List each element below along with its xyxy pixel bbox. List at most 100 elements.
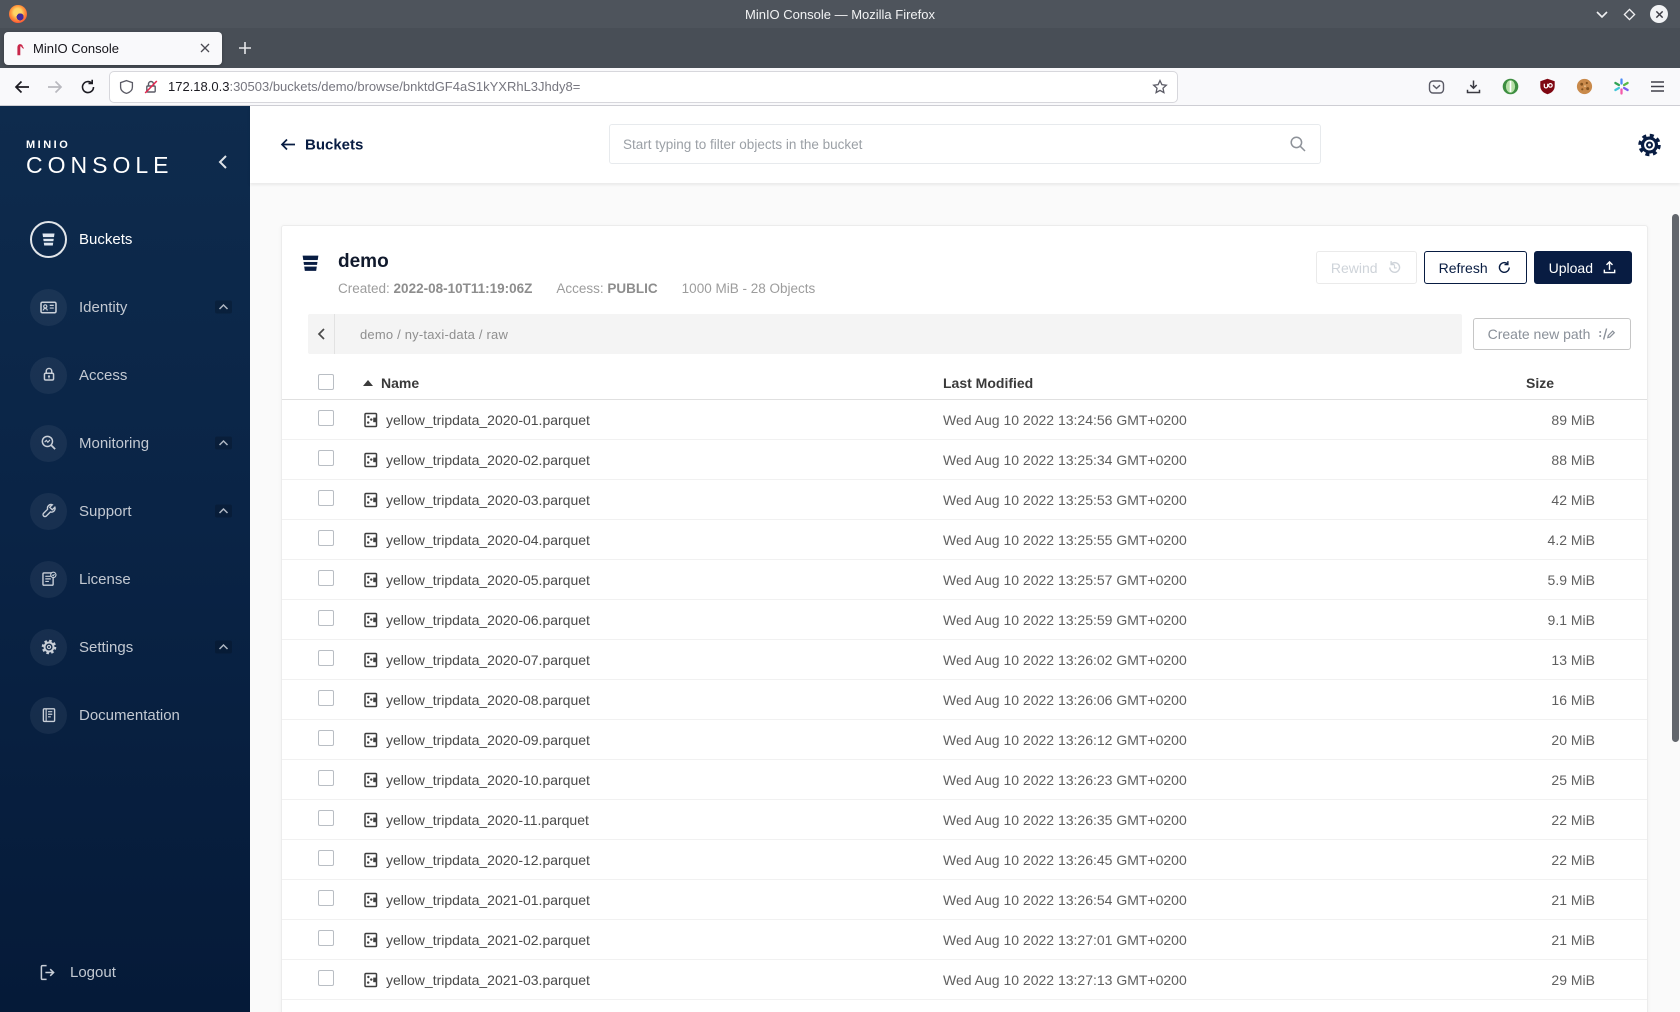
row-checkbox[interactable]	[318, 530, 334, 546]
close-icon[interactable]	[1650, 5, 1668, 23]
table-row[interactable]: yellow_tripdata_2020-09.parquet Wed Aug …	[282, 720, 1647, 760]
extension-green-icon[interactable]	[1502, 78, 1519, 95]
row-checkbox[interactable]	[318, 690, 334, 706]
row-checkbox[interactable]	[318, 930, 334, 946]
row-checkbox[interactable]	[318, 650, 334, 666]
table-row[interactable]: yellow_tripdata_2020-06.parquet Wed Aug …	[282, 600, 1647, 640]
sidebar-item-label: Support	[79, 502, 132, 520]
object-name-cell[interactable]: yellow_tripdata_2021-03.parquet	[363, 972, 943, 988]
sidebar-item-settings[interactable]: Settings	[0, 613, 250, 681]
sidebar-item-buckets[interactable]: Buckets	[0, 205, 250, 273]
breadcrumb-path[interactable]: demo / ny-taxi-data / raw	[360, 327, 508, 342]
object-name: yellow_tripdata_2020-09.parquet	[386, 731, 590, 748]
object-name: yellow_tripdata_2020-07.parquet	[386, 651, 590, 668]
object-name-cell[interactable]: yellow_tripdata_2020-09.parquet	[363, 732, 943, 748]
ublock-origin-icon[interactable]	[1539, 78, 1556, 95]
object-name-cell[interactable]: yellow_tripdata_2020-08.parquet	[363, 692, 943, 708]
object-name-cell[interactable]: yellow_tripdata_2020-07.parquet	[363, 652, 943, 668]
back-to-buckets-link[interactable]: Buckets	[280, 136, 363, 153]
filter-search-input[interactable]	[623, 136, 1289, 152]
chevron-up-icon[interactable]	[215, 300, 232, 314]
sidebar-item-monitoring[interactable]: Monitoring	[0, 409, 250, 477]
table-row[interactable]: yellow_tripdata_2020-03.parquet Wed Aug …	[282, 480, 1647, 520]
table-row[interactable]: yellow_tripdata_2021-02.parquet Wed Aug …	[282, 920, 1647, 960]
object-name-cell[interactable]: yellow_tripdata_2021-01.parquet	[363, 892, 943, 908]
row-checkbox[interactable]	[318, 610, 334, 626]
row-checkbox[interactable]	[318, 890, 334, 906]
sidebar-collapse-icon[interactable]	[217, 154, 228, 170]
row-checkbox[interactable]	[318, 450, 334, 466]
new-tab-icon[interactable]	[238, 41, 252, 55]
cookie-extension-icon[interactable]	[1576, 78, 1593, 95]
row-checkbox[interactable]	[318, 770, 334, 786]
sidebar-item-support[interactable]: Support	[0, 477, 250, 545]
table-row[interactable]: yellow_tripdata_2020-07.parquet Wed Aug …	[282, 640, 1647, 680]
forward-icon[interactable]	[47, 80, 63, 94]
table-row[interactable]: yellow_tripdata_2020-12.parquet Wed Aug …	[282, 840, 1647, 880]
tab-minio-console[interactable]: MinIO Console	[4, 31, 222, 65]
create-new-path-button[interactable]: Create new path	[1473, 318, 1631, 350]
row-checkbox[interactable]	[318, 490, 334, 506]
object-last-modified: Wed Aug 10 2022 13:26:12 GMT+0200	[943, 731, 1187, 748]
row-checkbox[interactable]	[318, 810, 334, 826]
sidebar-item-identity[interactable]: Identity	[0, 273, 250, 341]
row-checkbox[interactable]	[318, 730, 334, 746]
object-name-cell[interactable]: yellow_tripdata_2020-01.parquet	[363, 412, 943, 428]
chevron-up-icon[interactable]	[215, 436, 232, 450]
menu-hamburger-icon[interactable]	[1650, 80, 1665, 93]
minimize-icon[interactable]	[1595, 9, 1609, 20]
back-icon[interactable]	[14, 80, 30, 94]
row-checkbox[interactable]	[318, 850, 334, 866]
refresh-icon	[1498, 261, 1510, 273]
object-name-cell[interactable]: yellow_tripdata_2020-02.parquet	[363, 452, 943, 468]
table-row[interactable]: yellow_tripdata_2020-05.parquet Wed Aug …	[282, 560, 1647, 600]
url-bar[interactable]: 172.18.0.3:30503/buckets/demo/browse/bnk…	[110, 71, 1177, 102]
maximize-icon[interactable]	[1623, 7, 1636, 21]
object-name-cell[interactable]: yellow_tripdata_2020-04.parquet	[363, 532, 943, 548]
sidebar-item-logout[interactable]: Logout	[38, 963, 116, 982]
chevron-up-icon[interactable]	[215, 504, 232, 518]
upload-button[interactable]: Upload	[1533, 251, 1632, 284]
table-row[interactable]: yellow_tripdata_2020-01.parquet Wed Aug …	[282, 400, 1647, 440]
table-row[interactable]: yellow_tripdata_2020-08.parquet Wed Aug …	[282, 680, 1647, 720]
parquet-file-icon	[364, 652, 378, 667]
console-settings-gear-icon[interactable]	[1636, 131, 1663, 158]
row-checkbox[interactable]	[318, 970, 334, 986]
insecure-lock-icon[interactable]	[143, 79, 159, 95]
tracking-shield-icon[interactable]	[119, 79, 134, 95]
sidebar-item-license[interactable]: License	[0, 545, 250, 613]
table-row[interactable]: yellow_tripdata_2020-11.parquet Wed Aug …	[282, 800, 1647, 840]
table-row[interactable]: yellow_tripdata_2021-03.parquet Wed Aug …	[282, 960, 1647, 1000]
sidebar-item-documentation[interactable]: Documentation	[0, 681, 250, 749]
pocket-icon[interactable]	[1428, 79, 1445, 95]
object-name-cell[interactable]: yellow_tripdata_2020-10.parquet	[363, 772, 943, 788]
object-size: 21 MiB	[1551, 931, 1595, 948]
row-checkbox[interactable]	[318, 410, 334, 426]
select-all-checkbox[interactable]	[318, 373, 334, 390]
column-header-name[interactable]: Name	[363, 375, 943, 391]
reload-icon[interactable]	[80, 79, 96, 95]
object-name-cell[interactable]: yellow_tripdata_2021-02.parquet	[363, 932, 943, 948]
table-row[interactable]: yellow_tripdata_2020-10.parquet Wed Aug …	[282, 760, 1647, 800]
consent-extension-icon[interactable]	[1613, 78, 1630, 95]
object-name-cell[interactable]: yellow_tripdata_2020-12.parquet	[363, 852, 943, 868]
object-name-cell[interactable]: yellow_tripdata_2020-03.parquet	[363, 492, 943, 508]
object-name-cell[interactable]: yellow_tripdata_2020-05.parquet	[363, 572, 943, 588]
path-back-icon[interactable]	[308, 314, 335, 354]
bookmark-star-icon[interactable]	[1152, 78, 1168, 95]
object-name: yellow_tripdata_2021-01.parquet	[386, 891, 590, 908]
sidebar-item-access[interactable]: Access	[0, 341, 250, 409]
table-row[interactable]: yellow_tripdata_2020-02.parquet Wed Aug …	[282, 440, 1647, 480]
row-checkbox[interactable]	[318, 570, 334, 586]
rewind-button[interactable]: Rewind	[1315, 251, 1417, 284]
object-name-cell[interactable]: yellow_tripdata_2020-11.parquet	[363, 812, 943, 828]
object-name-cell[interactable]: yellow_tripdata_2020-06.parquet	[363, 612, 943, 628]
downloads-icon[interactable]	[1465, 79, 1482, 95]
table-row[interactable]: yellow_tripdata_2021-01.parquet Wed Aug …	[282, 880, 1647, 920]
back-arrow-icon	[280, 138, 295, 151]
page-scrollbar-thumb[interactable]	[1672, 214, 1679, 742]
table-row[interactable]: yellow_tripdata_2020-04.parquet Wed Aug …	[282, 520, 1647, 560]
tab-close-icon[interactable]	[197, 40, 213, 56]
refresh-button[interactable]: Refresh	[1423, 251, 1527, 284]
chevron-up-icon[interactable]	[215, 640, 232, 654]
